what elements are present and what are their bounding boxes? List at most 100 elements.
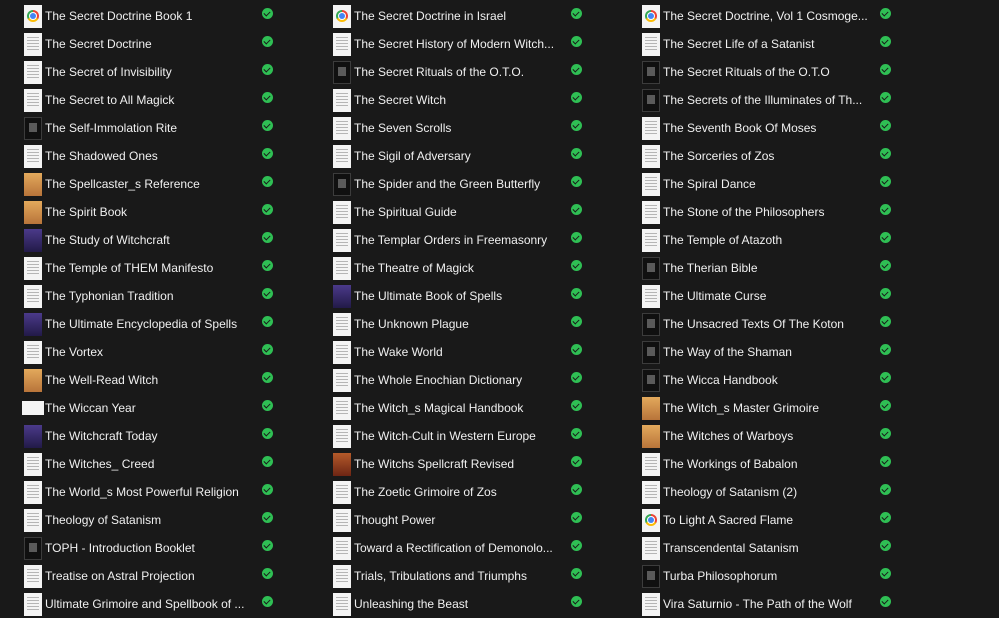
file-item[interactable]: The Spider and the Green Butterfly — [329, 170, 619, 198]
file-item[interactable]: The Witchcraft Today — [20, 422, 310, 450]
file-thumbnail-icon — [333, 144, 351, 168]
file-item[interactable]: The Secrets of the Illuminates of Th... — [638, 86, 928, 114]
file-item[interactable]: Toward a Rectification of Demonolo... — [329, 534, 619, 562]
file-item[interactable]: The Sigil of Adversary — [329, 142, 619, 170]
file-name: The Spider and the Green Butterfly — [354, 177, 541, 191]
file-item[interactable]: The Well-Read Witch — [20, 366, 310, 394]
file-name: The Secret to All Magick — [45, 93, 175, 107]
file-item[interactable]: The Secret Doctrine Book 1 — [20, 2, 310, 30]
file-name: The Secret Life of a Satanist — [663, 37, 815, 51]
sync-status-check-icon — [262, 512, 273, 523]
file-item[interactable]: The Typhonian Tradition — [20, 282, 310, 310]
file-name: The Stone of the Philosophers — [663, 205, 825, 219]
file-name: Thought Power — [354, 513, 436, 527]
file-name: The Theatre of Magick — [354, 261, 474, 275]
file-item[interactable]: The Secret of Invisibility — [20, 58, 310, 86]
file-name: The Spiral Dance — [663, 177, 756, 191]
file-item[interactable]: The Temple of Atazoth — [638, 226, 928, 254]
file-item[interactable]: The Seven Scrolls — [329, 114, 619, 142]
file-name: Trials, Tribulations and Triumphs — [354, 569, 527, 583]
file-thumbnail-icon — [24, 228, 42, 252]
file-name: The Secret Doctrine Book 1 — [45, 9, 193, 23]
file-name: The Witchs Spellcraft Revised — [354, 457, 515, 471]
file-item[interactable]: The Theatre of Magick — [329, 254, 619, 282]
sync-status-check-icon — [571, 148, 582, 159]
file-item[interactable]: The Wake World — [329, 338, 619, 366]
file-item[interactable]: Theology of Satanism — [20, 506, 310, 534]
file-item[interactable]: The Wiccan Year — [20, 394, 310, 422]
file-item[interactable]: The Secret to All Magick — [20, 86, 310, 114]
file-item[interactable]: The Wicca Handbook — [638, 366, 928, 394]
file-item[interactable]: The Zoetic Grimoire of Zos — [329, 478, 619, 506]
file-item[interactable]: The Secret Doctrine — [20, 30, 310, 58]
file-name: The Secret Rituals of the O.T.O — [663, 65, 830, 79]
file-item[interactable]: The Secret Doctrine, Vol 1 Cosmoge... — [638, 2, 928, 30]
file-item[interactable]: The Whole Enochian Dictionary — [329, 366, 619, 394]
file-item[interactable]: The Witch_s Master Grimoire — [638, 394, 928, 422]
file-item[interactable]: Thought Power — [329, 506, 619, 534]
file-name: The Vortex — [45, 345, 104, 359]
file-item[interactable]: The Secret Rituals of the O.T.O. — [329, 58, 619, 86]
file-item[interactable]: Theology of Satanism (2) — [638, 478, 928, 506]
file-item[interactable]: To Light A Sacred Flame — [638, 506, 928, 534]
file-item[interactable]: The Vortex — [20, 338, 310, 366]
file-item[interactable]: The Self-Immolation Rite — [20, 114, 310, 142]
file-item[interactable]: The Witch-Cult in Western Europe — [329, 422, 619, 450]
file-item[interactable]: The Secret Witch — [329, 86, 619, 114]
file-item[interactable]: TOPH - Introduction Booklet — [20, 534, 310, 562]
file-item[interactable]: The Templar Orders in Freemasonry — [329, 226, 619, 254]
file-item[interactable]: Treatise on Astral Projection — [20, 562, 310, 590]
file-item[interactable]: The Witch_s Magical Handbook — [329, 394, 619, 422]
file-item[interactable]: Vira Saturnio - The Path of the Wolf — [638, 590, 928, 618]
file-item[interactable]: The Witchs Spellcraft Revised — [329, 450, 619, 478]
file-item[interactable]: The Spellcaster_s Reference — [20, 170, 310, 198]
file-item[interactable]: The Secret Doctrine in Israel — [329, 2, 619, 30]
sync-status-check-icon — [880, 120, 891, 131]
sync-status-check-icon — [571, 540, 582, 551]
file-item[interactable]: The Witches_ Creed — [20, 450, 310, 478]
file-item[interactable]: The Sorceries of Zos — [638, 142, 928, 170]
file-item[interactable]: The Way of the Shaman — [638, 338, 928, 366]
file-item[interactable]: The Secret Rituals of the O.T.O — [638, 58, 928, 86]
file-item[interactable]: The Seventh Book Of Moses — [638, 114, 928, 142]
file-item[interactable]: The Shadowed Ones — [20, 142, 310, 170]
file-name: To Light A Sacred Flame — [663, 513, 794, 527]
sync-status-check-icon — [880, 64, 891, 75]
file-item[interactable]: The Unsacred Texts Of The Koton — [638, 310, 928, 338]
file-item[interactable]: The Workings of Babalon — [638, 450, 928, 478]
file-column: The Secret Doctrine in Israel The Secret … — [329, 2, 619, 618]
file-item[interactable]: Ultimate Grimoire and Spellbook of ... — [20, 590, 310, 618]
file-item[interactable]: Unleashing the Beast — [329, 590, 619, 618]
chrome-pdf-icon — [24, 4, 42, 28]
sync-status-check-icon — [262, 232, 273, 243]
file-thumbnail-icon — [24, 116, 42, 140]
file-item[interactable]: The Spiritual Guide — [329, 198, 619, 226]
file-item[interactable]: The Ultimate Book of Spells — [329, 282, 619, 310]
file-item[interactable]: Transcendental Satanism — [638, 534, 928, 562]
file-item[interactable]: The Unknown Plague — [329, 310, 619, 338]
file-item[interactable]: The Spiral Dance — [638, 170, 928, 198]
file-item[interactable]: Trials, Tribulations and Triumphs — [329, 562, 619, 590]
file-item[interactable]: The Stone of the Philosophers — [638, 198, 928, 226]
file-thumbnail-icon — [333, 508, 351, 532]
file-name: The Secret Doctrine, Vol 1 Cosmoge... — [663, 9, 868, 23]
file-item[interactable]: The Study of Witchcraft — [20, 226, 310, 254]
sync-status-check-icon — [262, 456, 273, 467]
file-item[interactable]: The Secret Life of a Satanist — [638, 30, 928, 58]
file-name: The Secret Witch — [354, 93, 447, 107]
file-item[interactable]: The Secret History of Modern Witch... — [329, 30, 619, 58]
file-item[interactable]: The Ultimate Encyclopedia of Spells — [20, 310, 310, 338]
file-item[interactable]: The Witches of Warboys — [638, 422, 928, 450]
file-item[interactable]: Turba Philosophorum — [638, 562, 928, 590]
file-item[interactable]: The Ultimate Curse — [638, 282, 928, 310]
file-thumbnail-icon — [24, 368, 42, 392]
file-name: The Spellcaster_s Reference — [45, 177, 200, 191]
file-thumbnail-icon — [642, 564, 660, 588]
file-item[interactable]: The Therian Bible — [638, 254, 928, 282]
file-item[interactable]: The World_s Most Powerful Religion — [20, 478, 310, 506]
file-item[interactable]: The Spirit Book — [20, 198, 310, 226]
sync-status-check-icon — [880, 288, 891, 299]
sync-status-check-icon — [571, 92, 582, 103]
sync-status-check-icon — [262, 148, 273, 159]
file-item[interactable]: The Temple of THEM Manifesto — [20, 254, 310, 282]
